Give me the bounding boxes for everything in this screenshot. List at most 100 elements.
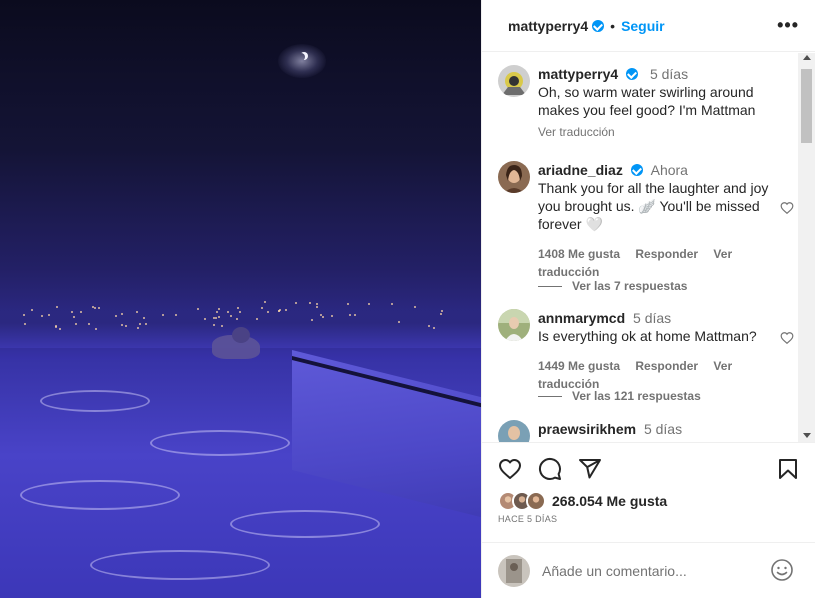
- likes-summary[interactable]: 268.054 Me gusta: [498, 491, 667, 511]
- add-comment-bar: [482, 542, 815, 598]
- bookmark-icon: [779, 459, 797, 479]
- translate-link[interactable]: Ver traducción: [538, 125, 615, 139]
- current-user-avatar-image: [498, 554, 530, 587]
- comment-username[interactable]: ariadne_diaz: [538, 162, 623, 178]
- comment-meta: Ver traducción: [538, 123, 774, 141]
- water-swirl: [150, 430, 290, 456]
- city-light: [174, 313, 177, 316]
- view-replies-label: Ver las 121 respuestas: [572, 389, 701, 403]
- emoji-icon[interactable]: [770, 558, 794, 582]
- header-separator: •: [610, 17, 616, 34]
- comment-username[interactable]: praewsirikhem: [538, 421, 636, 437]
- avatar-image-praewsirikhem: [498, 420, 530, 442]
- comment-text: Thank you for all the laughter and joy y…: [538, 180, 769, 232]
- city-light: [263, 300, 266, 303]
- city-light: [114, 314, 117, 317]
- post-photo[interactable]: [0, 0, 481, 598]
- comment-body: praewsirikhem 5 días: [538, 420, 774, 438]
- replies-line: [538, 285, 562, 287]
- comments-list[interactable]: mattyperry4 5 días Oh, so warm water swi…: [482, 53, 815, 442]
- avatar-image-annmarymcd: [498, 309, 530, 341]
- avatar-image-ariadne: [498, 161, 530, 193]
- replies-line: [538, 395, 562, 397]
- scroll-up-arrow-icon[interactable]: [803, 55, 811, 60]
- comment-bubble-icon[interactable]: [538, 457, 562, 481]
- reply-button[interactable]: Responder: [635, 359, 698, 373]
- more-options-icon[interactable]: •••: [777, 15, 799, 36]
- city-light: [212, 316, 215, 319]
- heart-icon[interactable]: [498, 457, 522, 481]
- city-light: [220, 325, 223, 328]
- city-light: [367, 303, 370, 305]
- city-light: [79, 310, 82, 313]
- city-light: [266, 310, 269, 313]
- city-light: [40, 315, 43, 318]
- city-light: [73, 315, 76, 318]
- city-light: [427, 324, 430, 327]
- post-actions: 268.054 Me gusta HACE 5 DÍAS: [482, 442, 815, 542]
- verified-badge-icon: [592, 19, 605, 32]
- avatar[interactable]: [498, 65, 530, 97]
- comment-time[interactable]: 5 días: [633, 310, 671, 326]
- verified-badge-icon: [626, 68, 639, 80]
- person-head: [232, 327, 250, 343]
- action-icons: [498, 457, 602, 481]
- city-light: [310, 319, 313, 322]
- city-light: [294, 301, 297, 304]
- city-light: [315, 306, 318, 309]
- moon-glow: [278, 44, 326, 78]
- scrollbar-thumb[interactable]: [801, 69, 812, 143]
- comment-username[interactable]: annmarymcd: [538, 310, 625, 326]
- comment-likes[interactable]: 1449 Me gusta: [538, 359, 620, 373]
- city-light: [348, 314, 351, 317]
- water-swirl: [20, 480, 180, 510]
- city-light: [23, 322, 26, 325]
- city-light: [138, 322, 141, 325]
- likes-count[interactable]: 268.054 Me gusta: [552, 493, 667, 509]
- comment-meta: 1449 Me gusta Responder Ver traducción: [538, 357, 774, 393]
- comment-body: annmarymcd 5 días Is everything ok at ho…: [538, 309, 774, 393]
- avatar[interactable]: [498, 309, 530, 341]
- city-light: [94, 327, 97, 330]
- post-header: mattyperry4 • Seguir •••: [482, 0, 815, 52]
- verified-badge-icon: [630, 164, 643, 176]
- scroll-down-arrow-icon[interactable]: [803, 433, 811, 438]
- liker-avatar: [526, 491, 546, 511]
- comment-likes[interactable]: 1408 Me gusta: [538, 247, 620, 261]
- comment-like-heart-icon[interactable]: [780, 201, 794, 215]
- avatar-image-mattyperry4: [498, 65, 530, 97]
- follow-button[interactable]: Seguir: [621, 18, 665, 34]
- paper-plane-icon[interactable]: [578, 457, 602, 481]
- author-username[interactable]: mattyperry4: [508, 18, 588, 34]
- water-swirl: [90, 550, 270, 580]
- post-side-panel: mattyperry4 • Seguir ••• mattyperry4 5 d…: [481, 0, 815, 598]
- post-time-ago[interactable]: HACE 5 DÍAS: [498, 514, 557, 524]
- current-user-avatar[interactable]: [498, 554, 530, 587]
- view-replies-label: Ver las 7 respuestas: [572, 279, 688, 293]
- instagram-post-modal: mattyperry4 • Seguir ••• mattyperry4 5 d…: [0, 0, 815, 598]
- comment-body: mattyperry4 5 días Oh, so warm water swi…: [538, 65, 774, 141]
- comment-time[interactable]: 5 días: [650, 66, 688, 82]
- comment-text: Is everything ok at home Mattman?: [538, 328, 757, 344]
- avatar[interactable]: [498, 420, 530, 442]
- city-light: [97, 307, 100, 310]
- comment-like-heart-icon[interactable]: [780, 331, 794, 345]
- view-replies-button[interactable]: Ver las 121 respuestas: [538, 389, 701, 403]
- comment-time[interactable]: 5 días: [644, 421, 682, 437]
- comment-time[interactable]: Ahora: [651, 162, 688, 178]
- comment-username[interactable]: mattyperry4: [538, 66, 618, 82]
- city-light: [143, 316, 145, 319]
- comment-text: Oh, so warm water swirling around makes …: [538, 84, 756, 118]
- water-swirl: [230, 510, 380, 538]
- save-button[interactable]: [776, 457, 800, 486]
- comment-body: ariadne_diaz Ahora Thank you for all the…: [538, 161, 774, 281]
- avatar[interactable]: [498, 161, 530, 193]
- comment-input[interactable]: [542, 562, 762, 579]
- city-light: [87, 323, 90, 325]
- city-light: [346, 302, 349, 305]
- city-light: [23, 313, 26, 316]
- comments-scrollbar[interactable]: [798, 53, 815, 442]
- view-replies-button[interactable]: Ver las 7 respuestas: [538, 279, 687, 293]
- comment-meta: 1408 Me gusta Responder Ver traducción: [538, 245, 774, 281]
- reply-button[interactable]: Responder: [635, 247, 698, 261]
